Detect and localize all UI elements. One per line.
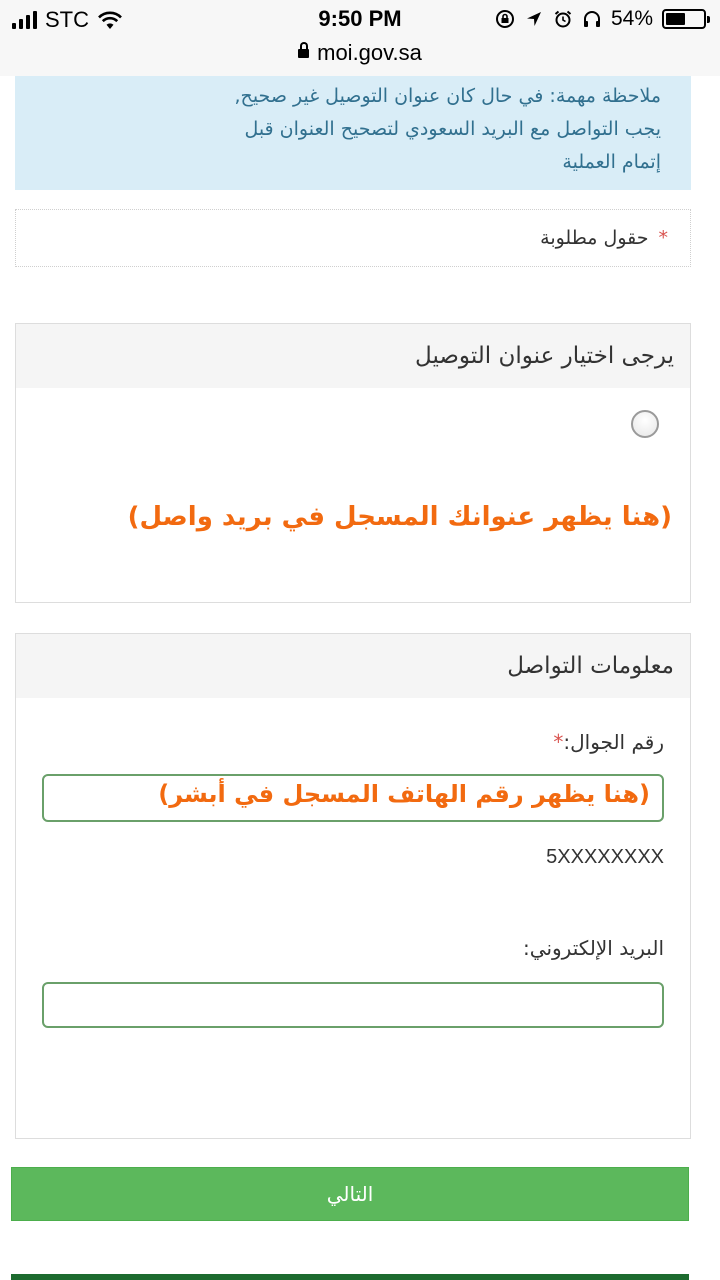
lock-icon	[298, 41, 310, 58]
url-text: moi.gov.sa	[317, 40, 422, 65]
battery-icon	[662, 9, 710, 29]
mobile-format-hint: 5XXXXXXXX	[546, 846, 664, 868]
important-notice: ملاحظة مهمة: في حال كان عنوان التوصيل غي…	[15, 76, 691, 190]
email-label: البريد الإلكتروني:	[523, 936, 664, 960]
secondary-button-edge[interactable]	[11, 1274, 689, 1280]
notice-line-2: يجب التواصل مع البريد السعودي لتصحيح الع…	[244, 118, 661, 140]
address-bar[interactable]: moi.gov.sa	[0, 40, 720, 76]
status-right: 54%	[495, 7, 710, 31]
screen-lock-icon	[495, 10, 514, 28]
required-star: *	[658, 227, 669, 249]
mobile-label-text: رقم الجوال:	[563, 730, 664, 754]
next-button[interactable]: التالي	[11, 1167, 689, 1221]
location-arrow-icon	[526, 12, 541, 26]
notice-line-1: ملاحظة مهمة: في حال كان عنوان التوصيل غي…	[234, 85, 661, 107]
headphones-icon	[583, 11, 600, 27]
address-radio[interactable]	[631, 410, 659, 438]
mobile-annotation: (هنا يظهر رقم الهاتف المسجل في أبشر)	[158, 780, 650, 808]
status-bar: STC 9:50 PM 54%	[0, 0, 720, 40]
required-fields-label: حقول مطلوبة	[540, 227, 649, 249]
notice-line-3: إتمام العملية	[562, 151, 661, 173]
required-fields-note: * حقول مطلوبة	[15, 209, 691, 267]
delivery-address-panel: يرجى اختيار عنوان التوصيل (هنا يظهر عنوا…	[15, 323, 691, 603]
delivery-address-title: يرجى اختيار عنوان التوصيل	[16, 324, 690, 388]
mobile-required-star: *	[553, 730, 564, 754]
battery-percent: 54%	[610, 7, 653, 30]
contact-info-title: معلومات التواصل	[16, 634, 690, 698]
battery-level-fill	[666, 13, 686, 25]
email-input[interactable]	[42, 982, 664, 1028]
alarm-icon	[554, 10, 572, 28]
address-annotation: (هنا يظهر عنوانك المسجل في بريد واصل)	[127, 502, 672, 532]
contact-info-panel: معلومات التواصل رقم الجوال:* (هنا يظهر ر…	[15, 633, 691, 1139]
mobile-label: رقم الجوال:*	[553, 730, 664, 754]
